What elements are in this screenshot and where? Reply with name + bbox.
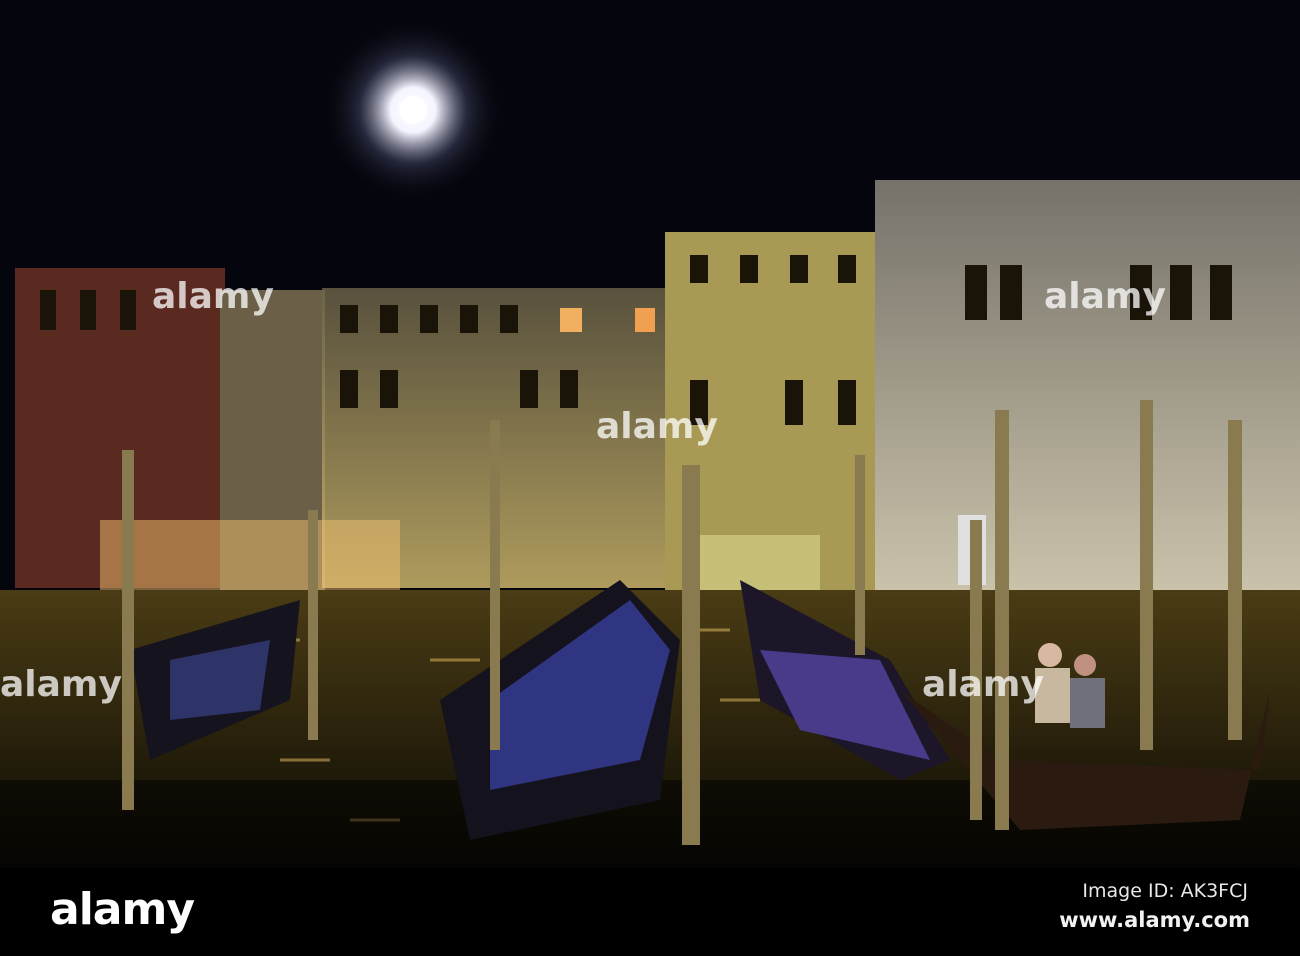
watermark: alamy xyxy=(152,276,274,317)
site-url: www.alamy.com xyxy=(1059,908,1250,932)
image-id: Image ID: AK3FCJ xyxy=(1082,880,1248,902)
watermark: alamy xyxy=(1044,276,1166,317)
footer-bar: alamy Image ID: AK3FCJ www.alamy.com xyxy=(0,868,1300,956)
watermark: alamy xyxy=(596,406,718,447)
alamy-logo: alamy xyxy=(50,884,195,935)
watermark: alamy xyxy=(922,664,1044,705)
watermark: alamy xyxy=(0,664,122,705)
